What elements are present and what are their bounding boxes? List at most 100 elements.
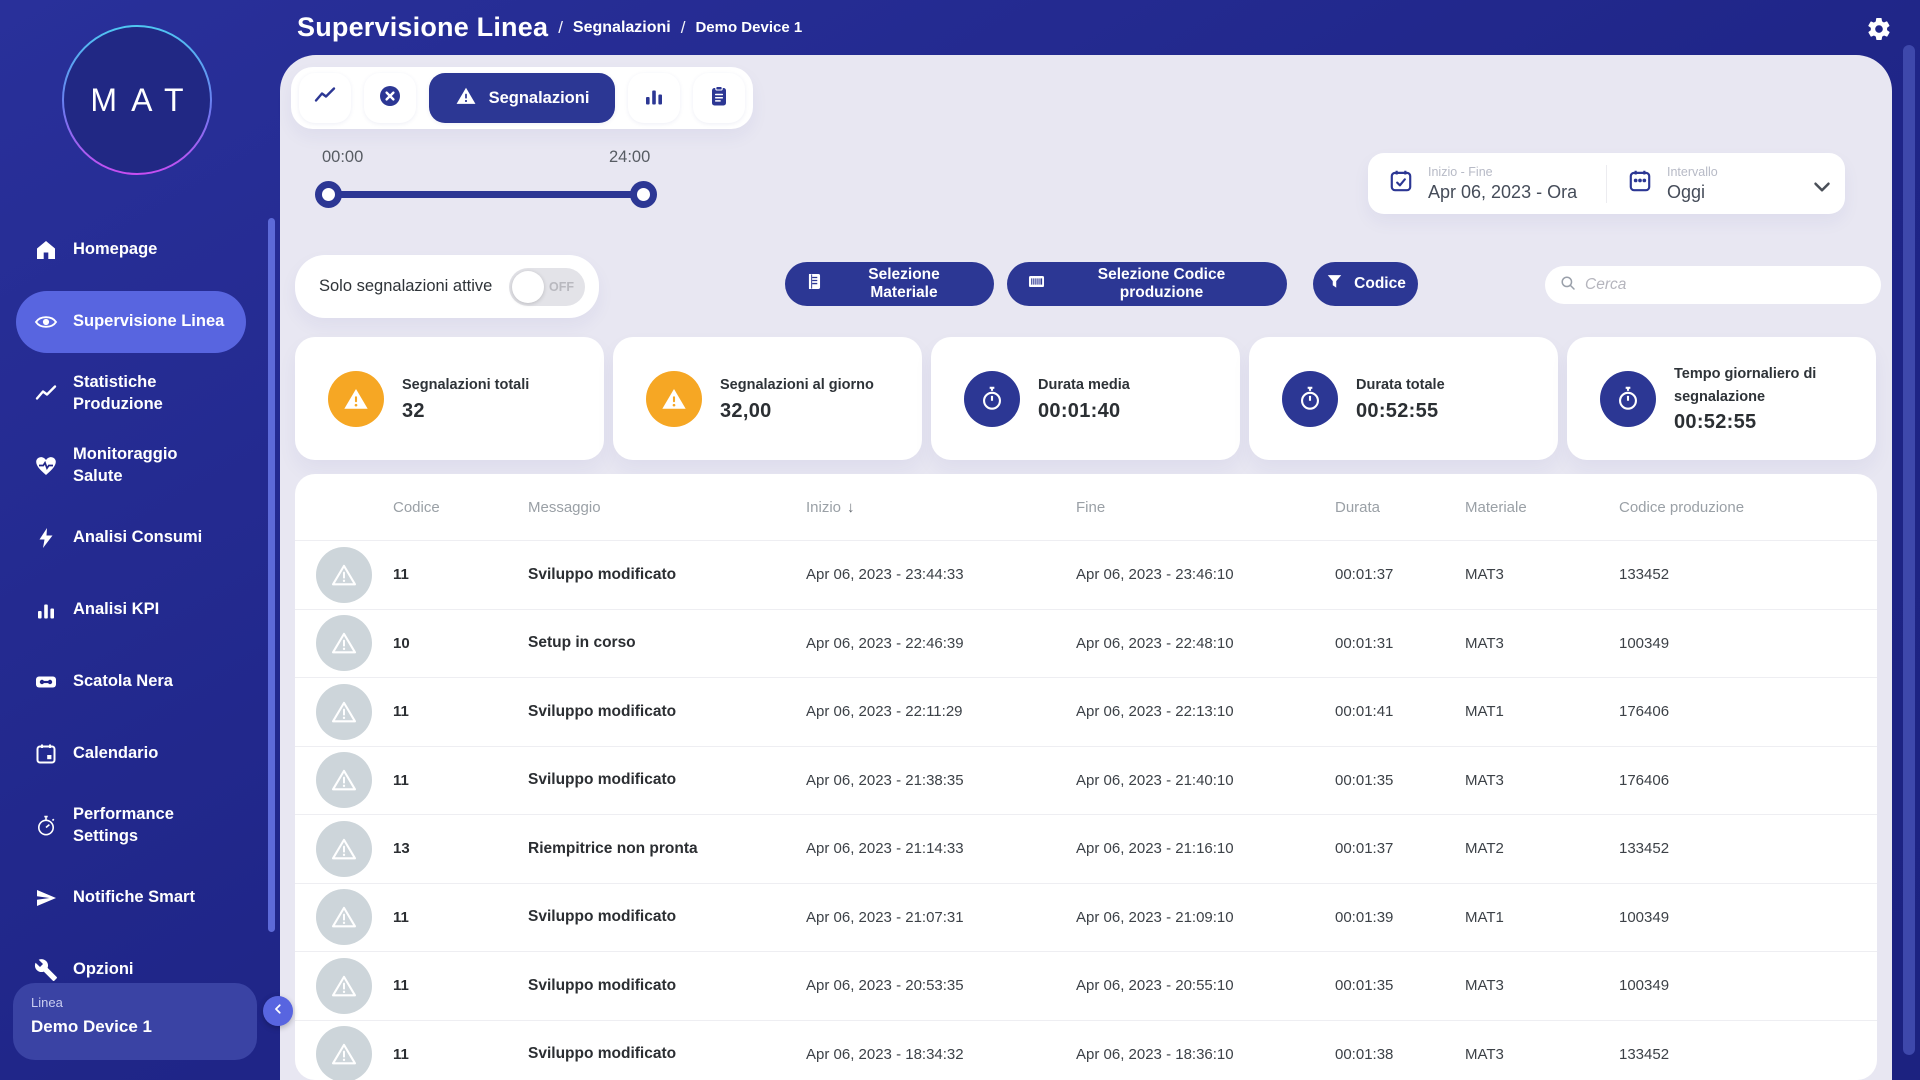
interval-select[interactable]: Intervallo Oggi <box>1607 165 1845 203</box>
tab-stops[interactable] <box>364 73 416 123</box>
tab-trend[interactable] <box>299 73 351 123</box>
cell-inizio: Apr 06, 2023 - 21:14:33 <box>806 840 1076 857</box>
cell-codice: 11 <box>393 772 528 789</box>
cell-messaggio: Setup in corso <box>528 634 806 652</box>
sidebar-item-monitoraggio-salute[interactable]: Monitoraggio Salute <box>16 430 246 502</box>
table-row[interactable]: 11 Sviluppo modificato Apr 06, 2023 - 21… <box>295 883 1877 952</box>
logo: MAT <box>62 25 212 175</box>
sidebar-item-analisi-consumi[interactable]: Analisi Consumi <box>16 502 246 574</box>
cell-inizio: Apr 06, 2023 - 21:38:35 <box>806 772 1076 789</box>
sidebar-scrollbar[interactable] <box>268 218 275 932</box>
sidebar-item-scatola-nera[interactable]: Scatola Nera <box>16 646 246 718</box>
table-row[interactable]: 11 Sviluppo modificato Apr 06, 2023 - 18… <box>295 1020 1877 1080</box>
column-messaggio[interactable]: Messaggio <box>528 499 806 516</box>
stat-value: 32,00 <box>720 400 920 423</box>
cell-codice-produzione: 133452 <box>1619 1046 1877 1063</box>
cell-codice: 10 <box>393 635 528 652</box>
cell-codice-produzione: 100349 <box>1619 977 1877 994</box>
table-row[interactable]: 11 Sviluppo modificato Apr 06, 2023 - 23… <box>295 540 1877 609</box>
slider-handle-start[interactable] <box>315 181 342 208</box>
cell-codice-produzione: 133452 <box>1619 566 1877 583</box>
device-name: Demo Device 1 <box>31 1017 239 1037</box>
table-row[interactable]: 11 Sviluppo modificato Apr 06, 2023 - 22… <box>295 677 1877 746</box>
sidebar-item-label: Supervisione Linea <box>73 311 228 333</box>
sidebar-item-statistiche-produzione[interactable]: Statistiche Produzione <box>16 358 246 430</box>
stat-label: Segnalazioni al giorno <box>720 374 920 396</box>
sidebar-item-analisi-kpi[interactable]: Analisi KPI <box>16 574 246 646</box>
toggle-state: OFF <box>549 280 574 294</box>
stat-value: 00:52:55 <box>1356 400 1556 423</box>
time-range-slider[interactable] <box>328 191 643 198</box>
cell-materiale: MAT3 <box>1465 977 1619 994</box>
barcode-icon <box>1027 272 1046 296</box>
active-alerts-toggle-card: Solo segnalazioni attive OFF <box>295 255 599 318</box>
active-alerts-toggle[interactable]: OFF <box>509 268 585 306</box>
date-range-picker[interactable]: Inizio - Fine Apr 06, 2023 - Ora <box>1368 165 1606 203</box>
black-box-icon <box>34 670 58 694</box>
sidebar-item-label: Analisi Consumi <box>73 527 228 549</box>
stat-card-segnalazioni-totali: Segnalazioni totali 32 <box>295 337 604 460</box>
sidebar: MAT Homepage Supervisione Linea Stat <box>0 0 280 1080</box>
table-row[interactable]: 10 Setup in corso Apr 06, 2023 - 22:46:3… <box>295 609 1877 678</box>
stat-card-durata-media: Durata media 00:01:40 <box>931 337 1240 460</box>
cell-codice: 11 <box>393 703 528 720</box>
sidebar-item-notifiche-smart[interactable]: Notifiche Smart <box>16 862 246 934</box>
button-label: Selezione Codice produzione <box>1056 266 1267 302</box>
search-input[interactable] <box>1585 276 1867 294</box>
cell-codice-produzione: 100349 <box>1619 909 1877 926</box>
cell-fine: Apr 06, 2023 - 21:40:10 <box>1076 772 1335 789</box>
cell-fine: Apr 06, 2023 - 21:16:10 <box>1076 840 1335 857</box>
warning-icon <box>646 371 702 427</box>
column-materiale[interactable]: Materiale <box>1465 499 1619 516</box>
page-scrollbar[interactable] <box>1903 45 1915 1055</box>
cell-codice-produzione: 176406 <box>1619 772 1877 789</box>
column-inizio[interactable]: Inizio↓ <box>806 499 1076 516</box>
column-codice-produzione[interactable]: Codice produzione <box>1619 499 1877 516</box>
cell-codice-produzione: 176406 <box>1619 703 1877 720</box>
cell-codice: 11 <box>393 566 528 583</box>
sidebar-item-supervisione-linea[interactable]: Supervisione Linea <box>16 291 246 353</box>
breadcrumb-device[interactable]: Demo Device 1 <box>695 19 802 36</box>
slider-handle-end[interactable] <box>630 181 657 208</box>
table-row[interactable]: 11 Sviluppo modificato Apr 06, 2023 - 20… <box>295 951 1877 1020</box>
sidebar-item-label: Opzioni <box>73 959 228 981</box>
breadcrumb-segnalazioni[interactable]: Segnalazioni <box>573 19 671 37</box>
column-fine[interactable]: Fine <box>1076 499 1335 516</box>
select-production-code-button[interactable]: Selezione Codice produzione <box>1007 262 1287 306</box>
cell-messaggio: Sviluppo modificato <box>528 977 806 995</box>
button-label: Codice <box>1354 275 1406 293</box>
sidebar-collapse-button[interactable] <box>263 996 293 1026</box>
cell-messaggio: Sviluppo modificato <box>528 1045 806 1063</box>
settings-button[interactable] <box>1866 16 1892 42</box>
slider-end-label: 24:00 <box>609 148 650 167</box>
stopwatch-icon <box>1282 371 1338 427</box>
column-codice[interactable]: Codice <box>393 499 528 516</box>
warning-icon <box>316 1026 372 1080</box>
tab-kpi[interactable] <box>628 73 680 123</box>
cell-materiale: MAT3 <box>1465 772 1619 789</box>
stat-label: Durata media <box>1038 374 1238 396</box>
material-list-icon <box>805 272 824 296</box>
select-material-button[interactable]: Selezione Materiale <box>785 262 994 306</box>
sidebar-item-homepage[interactable]: Homepage <box>16 214 246 286</box>
table-row[interactable]: 11 Sviluppo modificato Apr 06, 2023 - 21… <box>295 746 1877 815</box>
bar-chart-icon <box>34 598 58 622</box>
tab-segnalazioni[interactable]: Segnalazioni <box>429 73 615 123</box>
search-icon <box>1559 274 1577 297</box>
warning-icon <box>316 684 372 740</box>
code-filter-button[interactable]: Codice <box>1313 262 1418 306</box>
stat-label: Tempo giornaliero di segnalazione <box>1674 363 1874 408</box>
table-row[interactable]: 13 Riempitrice non pronta Apr 06, 2023 -… <box>295 814 1877 883</box>
breadcrumb-separator: / <box>558 18 563 38</box>
sidebar-item-performance-settings[interactable]: Performance Settings <box>16 790 246 862</box>
cell-fine: Apr 06, 2023 - 22:48:10 <box>1076 635 1335 652</box>
cell-messaggio: Sviluppo modificato <box>528 908 806 926</box>
warning-icon <box>328 371 384 427</box>
sidebar-item-calendario[interactable]: Calendario <box>16 718 246 790</box>
cell-codice: 11 <box>393 1046 528 1063</box>
stat-value: 00:52:55 <box>1674 411 1874 434</box>
tab-report[interactable] <box>693 73 745 123</box>
date-range-value: Apr 06, 2023 - Ora <box>1428 182 1577 203</box>
column-durata[interactable]: Durata <box>1335 499 1465 516</box>
cell-codice-produzione: 133452 <box>1619 840 1877 857</box>
